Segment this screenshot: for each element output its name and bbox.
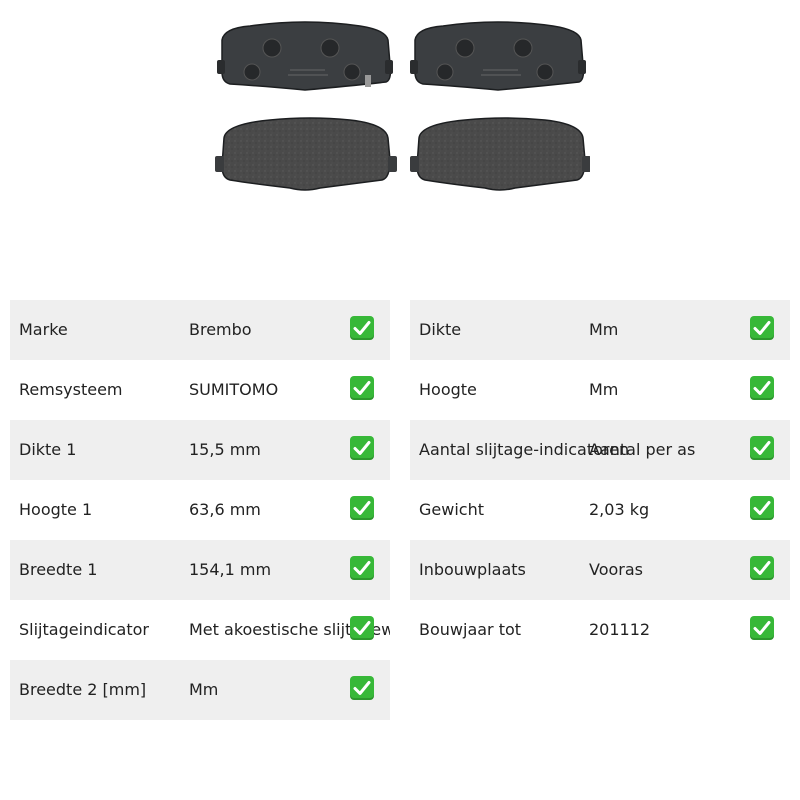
spec-row: Breedte 2 [mm] Mm <box>10 660 390 720</box>
check-icon <box>750 436 774 460</box>
spec-value: Brembo <box>189 320 252 339</box>
spec-value: Vooras <box>589 560 643 579</box>
spec-label: Slijtageindicator <box>19 620 149 639</box>
check-icon <box>350 376 374 400</box>
spec-label: Dikte 1 <box>19 440 77 459</box>
check-icon <box>350 436 374 460</box>
spec-value: Aantal per as <box>589 440 696 459</box>
spec-label: Hoogte 1 <box>19 500 93 519</box>
specs-table-right: Dikte Mm Hoogte Mm Aantal slijtage-indic… <box>410 300 790 660</box>
spec-value: 154,1 mm <box>189 560 272 579</box>
check-icon <box>350 616 374 640</box>
product-image <box>210 20 591 200</box>
spec-row: Slijtageindicator Met akoestische slijta… <box>10 600 390 660</box>
spec-row: Dikte Mm <box>410 300 790 360</box>
specs-table-left: Marke Brembo Remsysteem SUMITOMO Dikte 1… <box>10 300 390 720</box>
spec-row: Bouwjaar tot 201112 <box>410 600 790 660</box>
spec-row: Inbouwplaats Vooras <box>410 540 790 600</box>
check-icon <box>350 676 374 700</box>
friction-pad-bottom-right <box>410 117 591 191</box>
spec-row: Hoogte 1 63,6 mm <box>10 480 390 540</box>
spec-label: Breedte 1 <box>19 560 98 579</box>
backing-plate-top-right <box>410 21 586 91</box>
spec-row: Hoogte Mm <box>410 360 790 420</box>
check-icon <box>750 556 774 580</box>
check-icon <box>750 496 774 520</box>
check-icon <box>750 316 774 340</box>
spec-row: Breedte 1 154,1 mm <box>10 540 390 600</box>
spec-value: Mm <box>589 320 619 339</box>
spec-row: Marke Brembo <box>10 300 390 360</box>
friction-pad-bottom-left <box>215 117 397 191</box>
check-icon <box>350 556 374 580</box>
backing-plate-top-left <box>217 21 393 91</box>
check-icon <box>350 316 374 340</box>
brake-pad-illustration <box>215 21 591 191</box>
spec-value: Mm <box>589 380 619 399</box>
check-icon <box>350 496 374 520</box>
spec-value: SUMITOMO <box>189 380 279 399</box>
spec-value: Mm <box>189 680 219 699</box>
spec-label: Breedte 2 [mm] <box>19 680 147 699</box>
spec-label: Gewicht <box>419 500 484 519</box>
spec-label: Marke <box>19 320 68 339</box>
spec-row: Gewicht 2,03 kg <box>410 480 790 540</box>
spec-label: Remsysteem <box>19 380 123 399</box>
spec-row: Aantal slijtage-indicatoren Aantal per a… <box>410 420 790 480</box>
spec-label: Dikte <box>419 320 462 339</box>
spec-value: 2,03 kg <box>589 500 650 519</box>
spec-value: 201112 <box>589 620 651 639</box>
spec-row: Dikte 1 15,5 mm <box>10 420 390 480</box>
spec-label: Bouwjaar tot <box>419 620 522 639</box>
spec-value: 15,5 mm <box>189 440 261 459</box>
spec-value: 63,6 mm <box>189 500 261 519</box>
check-icon <box>750 376 774 400</box>
spec-label: Hoogte <box>419 380 477 399</box>
spec-label: Inbouwplaats <box>419 560 526 579</box>
spec-row: Remsysteem SUMITOMO <box>10 360 390 420</box>
check-icon <box>750 616 774 640</box>
